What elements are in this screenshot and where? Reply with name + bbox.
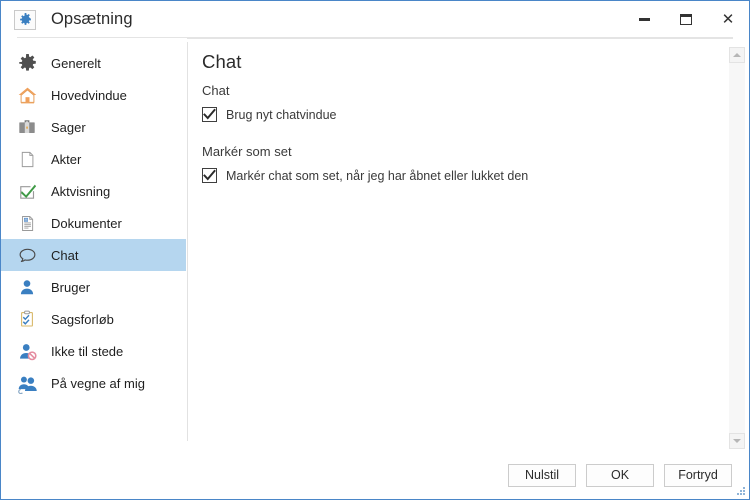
sidebar-item-label: Ikke til stede bbox=[51, 343, 124, 359]
sidebar-item-label: Generelt bbox=[51, 55, 101, 71]
reset-button[interactable]: Nulstil bbox=[508, 463, 576, 487]
minimize-button[interactable] bbox=[623, 5, 665, 35]
window-title: Opsætning bbox=[51, 10, 133, 28]
gear-icon bbox=[14, 9, 36, 30]
close-button[interactable]: ✕ bbox=[707, 5, 749, 35]
ok-button[interactable]: OK bbox=[586, 463, 654, 487]
checkbox-marker-chat-som-set[interactable] bbox=[202, 168, 217, 183]
minimize-icon bbox=[638, 18, 650, 21]
dialog-footer: Nulstil OK Fortryd bbox=[1, 451, 749, 499]
sidebar-item-dokumenter[interactable]: A Dokumenter bbox=[1, 207, 186, 239]
settings-content-panel: Chat Chat Brug nyt chatvindue Markér som… bbox=[187, 38, 749, 451]
checkbox-row-marker-chat-som-set[interactable]: Markér chat som set, når jeg har åbnet e… bbox=[202, 168, 749, 183]
scroll-down-icon bbox=[733, 439, 741, 443]
checkbox-label: Brug nyt chatvindue bbox=[226, 107, 337, 122]
sidebar-item-label: Hovedvindue bbox=[51, 87, 127, 103]
sidebar-item-label: På vegne af mig bbox=[51, 375, 145, 391]
sidebar-item-label: Bruger bbox=[51, 279, 91, 295]
page-title: Chat bbox=[202, 51, 242, 72]
gear-icon bbox=[15, 51, 39, 75]
checkbox-brug-nyt-chatvindue[interactable] bbox=[202, 107, 217, 122]
maximize-icon bbox=[680, 14, 692, 25]
cancel-button[interactable]: Fortryd bbox=[664, 463, 732, 487]
sidebar-item-aktvisning[interactable]: Aktvisning bbox=[1, 175, 186, 207]
briefcase-icon bbox=[15, 115, 39, 139]
sidebar-item-sager[interactable]: Sager bbox=[1, 111, 186, 143]
sidebar-item-label: Chat bbox=[51, 247, 79, 263]
sidebar-item-generelt[interactable]: Generelt bbox=[1, 47, 186, 79]
speech-bubble-icon bbox=[15, 243, 39, 267]
scroll-down-button[interactable] bbox=[729, 433, 745, 449]
check-box-icon bbox=[15, 179, 39, 203]
scroll-up-icon bbox=[733, 53, 741, 57]
sidebar-item-label: Dokumenter bbox=[51, 215, 122, 231]
sidebar-item-label: Akter bbox=[51, 151, 82, 167]
resize-grip[interactable] bbox=[735, 485, 746, 496]
checkbox-row-brug-nyt-chatvindue[interactable]: Brug nyt chatvindue bbox=[202, 107, 749, 122]
people-icon bbox=[15, 371, 39, 395]
group-label-marker-som-set: Markér som set bbox=[202, 144, 292, 159]
sidebar-item-akter[interactable]: Akter bbox=[1, 143, 186, 175]
scroll-up-button[interactable] bbox=[729, 47, 745, 63]
person-blocked-icon bbox=[15, 339, 39, 363]
page-icon bbox=[15, 147, 39, 171]
sidebar-item-bruger[interactable]: Bruger bbox=[1, 271, 186, 303]
settings-window: Opsætning ✕ Generelt Hovedvindue Sager A… bbox=[0, 0, 750, 500]
sidebar-item-label: Aktvisning bbox=[51, 183, 111, 199]
maximize-button[interactable] bbox=[665, 5, 707, 35]
sidebar-item-label: Sagsforløb bbox=[51, 311, 114, 327]
close-icon: ✕ bbox=[721, 11, 735, 28]
document-icon: A bbox=[15, 211, 39, 235]
clipboard-check-icon bbox=[15, 307, 39, 331]
window-controls: ✕ bbox=[623, 1, 749, 38]
sidebar-item-sagsforlob[interactable]: Sagsforløb bbox=[1, 303, 186, 335]
content-scrollbar[interactable] bbox=[729, 47, 745, 449]
title-bar: Opsætning ✕ bbox=[1, 1, 749, 39]
sidebar-item-pa-vegne-af-mig[interactable]: På vegne af mig bbox=[1, 367, 186, 399]
window-body: Generelt Hovedvindue Sager Akter Aktvisn… bbox=[1, 38, 749, 451]
person-icon bbox=[15, 275, 39, 299]
sidebar-item-chat[interactable]: Chat bbox=[1, 239, 186, 271]
sidebar-item-label: Sager bbox=[51, 119, 86, 135]
checkbox-label: Markér chat som set, når jeg har åbnet e… bbox=[226, 168, 529, 183]
home-icon bbox=[15, 83, 39, 107]
sidebar-item-hovedvindue[interactable]: Hovedvindue bbox=[1, 79, 186, 111]
settings-sidebar: Generelt Hovedvindue Sager Akter Aktvisn… bbox=[1, 38, 187, 451]
group-label-chat: Chat bbox=[202, 83, 230, 98]
sidebar-item-ikke-til-stede[interactable]: Ikke til stede bbox=[1, 335, 186, 367]
